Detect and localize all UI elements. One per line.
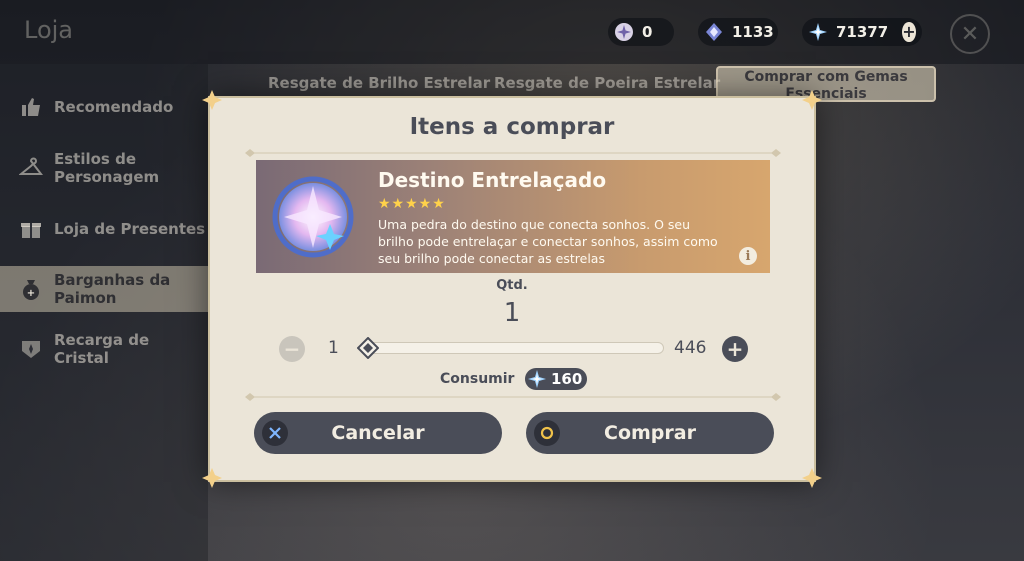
primogem-value: 71377 (836, 23, 889, 41)
rarity-stars: ★★★★★ (378, 196, 446, 212)
purchase-dialog: Itens a comprar Destino Entrelaçado ★★★★… (202, 90, 822, 488)
cost-value: 160 (551, 370, 583, 388)
corner-ornament-icon (202, 90, 222, 110)
primogem-icon (528, 370, 546, 388)
primogem-icon (808, 22, 828, 42)
sidebar-item-label: Estilos de Personagem (54, 150, 160, 186)
cancel-button[interactable]: Cancelar (254, 412, 502, 454)
decrease-quantity-button[interactable]: − (279, 336, 305, 362)
corner-ornament-icon (802, 468, 822, 488)
sidebar-item-crystal-top-up[interactable]: Recarga de Cristal (0, 331, 208, 367)
tab-stardust-exchange[interactable]: Resgate de Poeira Estrelar (494, 74, 720, 92)
item-name: Destino Entrelaçado (378, 168, 607, 192)
slider-thumb[interactable] (357, 337, 379, 359)
info-icon[interactable]: i (739, 247, 757, 265)
slider-max-value: 446 (674, 338, 707, 358)
sidebar-item-label: Loja de Presentes (54, 220, 206, 238)
consume-label: Consumir (440, 371, 515, 387)
corner-ornament-icon (202, 468, 222, 488)
cancel-label: Cancelar (331, 422, 425, 444)
sidebar-item-gift-shop[interactable]: Loja de Presentes (0, 216, 208, 242)
sidebar-item-label: Recomendado (54, 98, 174, 116)
sidebar-item-recommended[interactable]: Recomendado (0, 94, 208, 120)
buy-button[interactable]: Comprar (526, 412, 774, 454)
add-primogem-button[interactable]: + (902, 22, 916, 42)
item-description: Uma pedra do destino que conecta sonhos.… (378, 217, 718, 266)
increase-quantity-button[interactable]: + (722, 336, 748, 362)
sidebar: Recomendado Estilos de Personagem Loja d… (0, 64, 208, 561)
divider (245, 149, 781, 157)
corner-ornament-icon (802, 90, 822, 110)
thumbs-up-icon (18, 94, 44, 120)
stardust-counter: 1133 (698, 18, 778, 46)
svg-text:+: + (27, 288, 35, 299)
crystal-icon (18, 336, 44, 362)
item-card: Destino Entrelaçado ★★★★★ Uma pedra do d… (256, 160, 770, 273)
sidebar-item-outfits[interactable]: Estilos de Personagem (0, 148, 208, 188)
sidebar-item-label: Barganhas da Paimon (54, 271, 171, 307)
sidebar-item-paimon-bargains[interactable]: + Barganhas da Paimon (0, 266, 208, 312)
close-icon[interactable]: ✕ (950, 14, 990, 54)
hanger-icon (18, 155, 44, 181)
primogem-counter: 71377 + (802, 18, 922, 46)
stardust-value: 1133 (732, 23, 774, 41)
cost-badge: 160 (525, 368, 587, 390)
quantity-value: 1 (503, 298, 521, 328)
bag-icon: + (18, 276, 44, 302)
divider (245, 393, 781, 401)
buy-label: Comprar (604, 422, 696, 444)
quantity-label: Qtd. (496, 278, 528, 293)
top-bar: Loja 0 1133 71377 + ✕ (0, 0, 1024, 64)
slider-min-value: 1 (328, 338, 339, 358)
sidebar-item-label: Recarga de Cristal (54, 331, 150, 367)
intertwined-fate-icon (272, 176, 354, 258)
stardust-icon (704, 22, 724, 42)
starglitter-icon (614, 22, 634, 42)
tab-starglitter-exchange[interactable]: Resgate de Brilho Estrelar (268, 74, 490, 92)
dialog-title: Itens a comprar (409, 114, 615, 140)
circle-icon (534, 420, 560, 446)
shop-title: Loja (24, 16, 74, 44)
quantity-slider[interactable] (366, 342, 664, 354)
gift-icon (18, 216, 44, 242)
starglitter-value: 0 (642, 23, 653, 41)
cross-icon (262, 420, 288, 446)
starglitter-counter: 0 (608, 18, 674, 46)
